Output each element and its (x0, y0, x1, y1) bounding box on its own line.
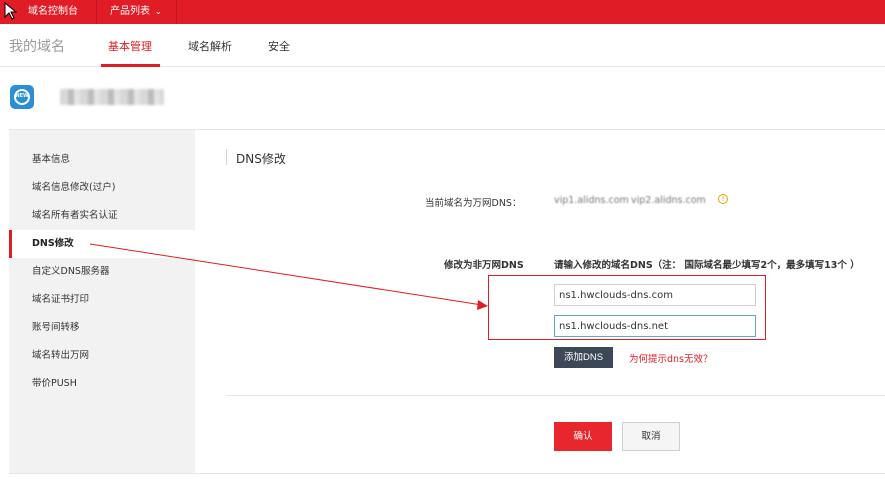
confirm-button[interactable]: 确认 (554, 422, 612, 451)
sidebar-item-basic-info[interactable]: 基本信息 (9, 146, 195, 174)
annotation-highlight-box (488, 275, 766, 340)
domain-header: NEW (0, 67, 885, 129)
sidebar-item-custom-dns-server[interactable]: 自定义DNS服务器 (9, 258, 195, 286)
tab-security[interactable]: 安全 (268, 38, 290, 54)
logo-text: NEW (15, 93, 29, 99)
sidebar-item-real-name-auth[interactable]: 域名所有者实名认证 (9, 202, 195, 230)
add-dns-button[interactable]: 添加DNS (554, 347, 613, 368)
console-link[interactable]: 域名控制台 (28, 0, 78, 24)
top-bar: 域名控制台 产品列表 ⌄ (0, 0, 885, 24)
divider (176, 0, 177, 24)
title-divider (226, 149, 227, 165)
divider (96, 0, 97, 24)
sidebar-item-certificate-print[interactable]: 域名证书打印 (9, 286, 195, 314)
current-dns-value-1: vip1.alidns.com (554, 195, 629, 206)
sidebar: 基本信息 域名信息修改(过户) 域名所有者实名认证 DNS修改 自定义DNS服务… (9, 130, 195, 473)
sidebar-item-account-transfer[interactable]: 账号间转移 (9, 314, 195, 342)
domain-name-blurred (60, 89, 164, 105)
modify-dns-hint: 请输入修改的域名DNS（注： 国际域名最少填写2个，最多填写13个 ） (554, 260, 860, 271)
sidebar-item-info-change[interactable]: 域名信息修改(过户) (9, 174, 195, 202)
mouse-cursor-icon (4, 2, 18, 20)
page-title: DNS修改 (236, 152, 286, 166)
cancel-button[interactable]: 取消 (622, 422, 680, 451)
current-dns-label: 当前域名为万网DNS： (425, 198, 522, 209)
current-dns-value-2: vip2.alidns.com (631, 195, 706, 206)
tab-domain-resolution[interactable]: 域名解析 (188, 38, 232, 54)
modify-dns-label: 修改为非万网DNS (444, 260, 524, 271)
brand-title[interactable]: 我的域名 (9, 36, 65, 56)
domain-logo-icon: NEW (10, 85, 34, 109)
page: 域名控制台 产品列表 ⌄ 我的域名 基本管理 域名解析 安全 NEW 基本信息 … (0, 0, 885, 479)
main-nav: 我的域名 基本管理 域名解析 安全 (0, 24, 885, 67)
product-list-menu[interactable]: 产品列表 (110, 0, 150, 24)
sidebar-item-price-push[interactable]: 带价PUSH (9, 370, 195, 398)
warning-icon[interactable]: ! (718, 194, 728, 204)
chevron-down-icon[interactable]: ⌄ (155, 0, 162, 24)
tab-basic-management[interactable]: 基本管理 (108, 38, 152, 54)
sidebar-item-dns-modify[interactable]: DNS修改 (9, 230, 195, 258)
divider (226, 395, 885, 396)
divider (9, 473, 885, 474)
dns-invalid-help-link[interactable]: 为何提示dns无效？ (629, 351, 713, 365)
sidebar-item-transfer-out[interactable]: 域名转出万网 (9, 342, 195, 370)
